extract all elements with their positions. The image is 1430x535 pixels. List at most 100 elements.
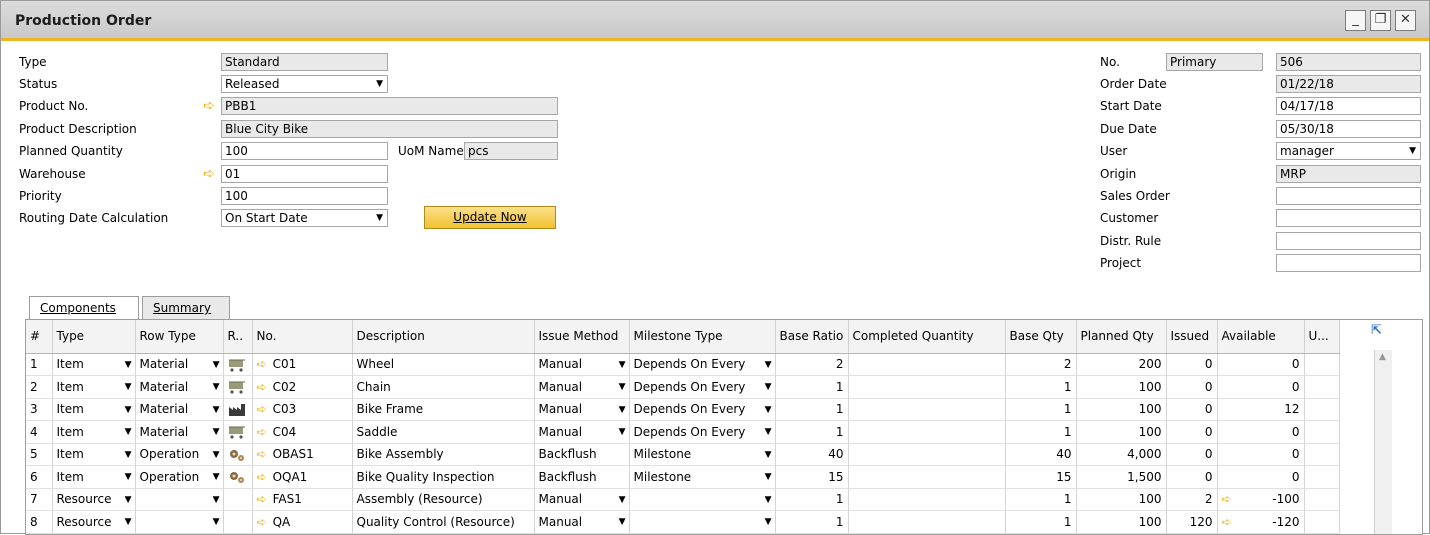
column-header[interactable]: R.. — [223, 320, 253, 354]
column-header[interactable]: Base Qty — [1005, 320, 1077, 354]
completed-qty-cell[interactable] — [848, 375, 1006, 399]
column-header[interactable]: Issued — [1166, 320, 1218, 354]
description-cell[interactable]: Chain — [352, 375, 535, 399]
planned-qty-cell[interactable]: 100 — [1076, 488, 1167, 511]
link-arrow-icon[interactable]: ➪ — [257, 402, 267, 416]
item-no-cell[interactable]: ➪ C03 — [252, 398, 353, 421]
column-header[interactable]: Type — [52, 320, 136, 354]
link-arrow-icon[interactable]: ➪ — [257, 425, 267, 439]
planned-qty-cell[interactable]: 1,500 — [1076, 465, 1167, 489]
description-cell[interactable]: Bike Quality Inspection — [352, 465, 535, 489]
planned-qty-cell[interactable]: 100 — [1076, 398, 1167, 421]
base-ratio-cell[interactable]: 40 — [775, 443, 849, 466]
issue-method-cell[interactable]: Manual ▼ — [534, 353, 630, 376]
column-header[interactable]: Planned Qty — [1076, 320, 1167, 354]
description-cell[interactable]: Quality Control (Resource) — [352, 510, 535, 534]
column-header[interactable]: Description — [352, 320, 535, 354]
completed-qty-cell[interactable] — [848, 510, 1006, 534]
column-header[interactable]: Milestone Type — [629, 320, 776, 354]
table-row[interactable]: 1 Item ▼ Material ▼ ➪ C01 Wheel Manual ▼ Depends O… — [26, 353, 1340, 376]
row-type-cell[interactable]: Resource ▼ — [52, 488, 136, 511]
item-no-cell[interactable]: ➪ C02 — [252, 375, 353, 399]
column-header[interactable]: No. — [252, 320, 353, 354]
column-header[interactable]: # — [26, 320, 53, 354]
base-ratio-cell[interactable]: 1 — [775, 398, 849, 421]
base-ratio-cell[interactable]: 1 — [775, 510, 849, 534]
row-subtype-cell[interactable]: ▼ — [135, 510, 224, 534]
scroll-up-icon[interactable]: ▲ — [1379, 352, 1386, 362]
restore-button[interactable]: ❐ — [1370, 10, 1391, 31]
row-subtype-cell[interactable]: ▼ — [135, 488, 224, 511]
link-arrow-icon[interactable]: ➪ — [203, 167, 218, 181]
title-bar[interactable]: Production Order _ ❐ ✕ — [1, 1, 1429, 41]
row-subtype-cell[interactable]: Operation ▼ — [135, 443, 224, 466]
table-row[interactable]: 4 Item ▼ Material ▼ ➪ C04 Saddle Manual ▼ Depends … — [26, 420, 1340, 444]
completed-qty-cell[interactable] — [848, 488, 1006, 511]
column-header[interactable]: U... — [1304, 320, 1340, 354]
base-ratio-cell[interactable]: 15 — [775, 465, 849, 489]
base-ratio-cell[interactable]: 1 — [775, 375, 849, 399]
completed-qty-cell[interactable] — [848, 353, 1006, 376]
due-date-input[interactable]: 05/30/18 — [1276, 120, 1421, 138]
link-arrow-icon[interactable]: ➪ — [1222, 515, 1232, 529]
table-row[interactable]: 6 Item ▼ Operation ▼ ➪ OQA1 Bike Quality Inspec… — [26, 465, 1340, 489]
start-date-input[interactable]: 04/17/18 — [1276, 97, 1421, 115]
update-now-button[interactable]: Update Now — [424, 206, 556, 229]
row-subtype-cell[interactable]: Material ▼ — [135, 420, 224, 444]
planned-qty-cell[interactable]: 100 — [1076, 420, 1167, 444]
row-type-cell[interactable]: Item ▼ — [52, 443, 136, 466]
distr-rule-input[interactable] — [1276, 232, 1421, 250]
link-arrow-icon[interactable]: ➪ — [257, 492, 267, 506]
base-ratio-cell[interactable]: 2 — [775, 353, 849, 376]
completed-qty-cell[interactable] — [848, 398, 1006, 421]
milestone-cell[interactable]: Milestone ▼ — [629, 465, 776, 489]
completed-qty-cell[interactable] — [848, 465, 1006, 489]
close-button[interactable]: ✕ — [1395, 10, 1416, 31]
description-cell[interactable]: Bike Assembly — [352, 443, 535, 466]
link-arrow-icon[interactable]: ➪ — [257, 470, 267, 484]
user-dropdown[interactable]: manager ▼ — [1276, 142, 1421, 160]
description-cell[interactable]: Saddle — [352, 420, 535, 444]
row-type-cell[interactable]: Item ▼ — [52, 420, 136, 444]
table-row[interactable]: 3 Item ▼ Material ▼ ➪ C03 Bike Frame Manual ▼ Depe… — [26, 398, 1340, 421]
description-cell[interactable]: Assembly (Resource) — [352, 488, 535, 511]
series-field[interactable]: Primary — [1166, 53, 1263, 71]
priority-input[interactable]: 100 — [221, 187, 388, 205]
row-type-cell[interactable]: Item ▼ — [52, 353, 136, 376]
row-subtype-cell[interactable]: Material ▼ — [135, 398, 224, 421]
row-subtype-cell[interactable]: Material ▼ — [135, 375, 224, 399]
tab-components[interactable]: Components — [29, 296, 139, 321]
link-arrow-icon[interactable]: ➪ — [1222, 492, 1232, 506]
status-dropdown[interactable]: Released ▼ — [221, 75, 388, 93]
planned-qty-cell[interactable]: 4,000 — [1076, 443, 1167, 466]
link-arrow-icon[interactable]: ➪ — [257, 515, 267, 529]
item-no-cell[interactable]: ➪ FAS1 — [252, 488, 353, 511]
milestone-cell[interactable]: ▼ — [629, 488, 776, 511]
issue-method-cell[interactable]: Manual ▼ — [534, 375, 630, 399]
warehouse-input[interactable]: 01 — [221, 165, 388, 183]
planned-qty-cell[interactable]: 100 — [1076, 375, 1167, 399]
minimize-button[interactable]: _ — [1345, 10, 1366, 31]
row-type-cell[interactable]: Item ▼ — [52, 398, 136, 421]
column-header[interactable]: Completed Quantity — [848, 320, 1006, 354]
issue-method-cell[interactable]: Manual ▼ — [534, 510, 630, 534]
milestone-cell[interactable]: Depends On Every ▼ — [629, 398, 776, 421]
completed-qty-cell[interactable] — [848, 420, 1006, 444]
issue-method-cell[interactable]: Manual ▼ — [534, 398, 630, 421]
row-subtype-cell[interactable]: Material ▼ — [135, 353, 224, 376]
sales-order-input[interactable] — [1276, 187, 1421, 205]
table-row[interactable]: 8 Resource ▼ ▼ ➪ QA Quality Control (Resource)… — [26, 510, 1340, 534]
tab-summary[interactable]: Summary — [142, 296, 230, 320]
column-header[interactable]: Issue Method — [534, 320, 630, 354]
vertical-scrollbar[interactable]: ▲ — [1374, 350, 1392, 534]
planned-qty-cell[interactable]: 200 — [1076, 353, 1167, 376]
item-no-cell[interactable]: ➪ C04 — [252, 420, 353, 444]
item-no-cell[interactable]: ➪ C01 — [252, 353, 353, 376]
milestone-cell[interactable]: Depends On Every ▼ — [629, 353, 776, 376]
project-input[interactable] — [1276, 254, 1421, 272]
milestone-cell[interactable]: Milestone ▼ — [629, 443, 776, 466]
link-arrow-icon[interactable]: ➪ — [257, 447, 267, 461]
row-subtype-cell[interactable]: Operation ▼ — [135, 465, 224, 489]
table-row[interactable]: 5 Item ▼ Operation ▼ ➪ OBAS1 Bike Assembly Backf… — [26, 443, 1340, 466]
item-no-cell[interactable]: ➪ QA — [252, 510, 353, 534]
